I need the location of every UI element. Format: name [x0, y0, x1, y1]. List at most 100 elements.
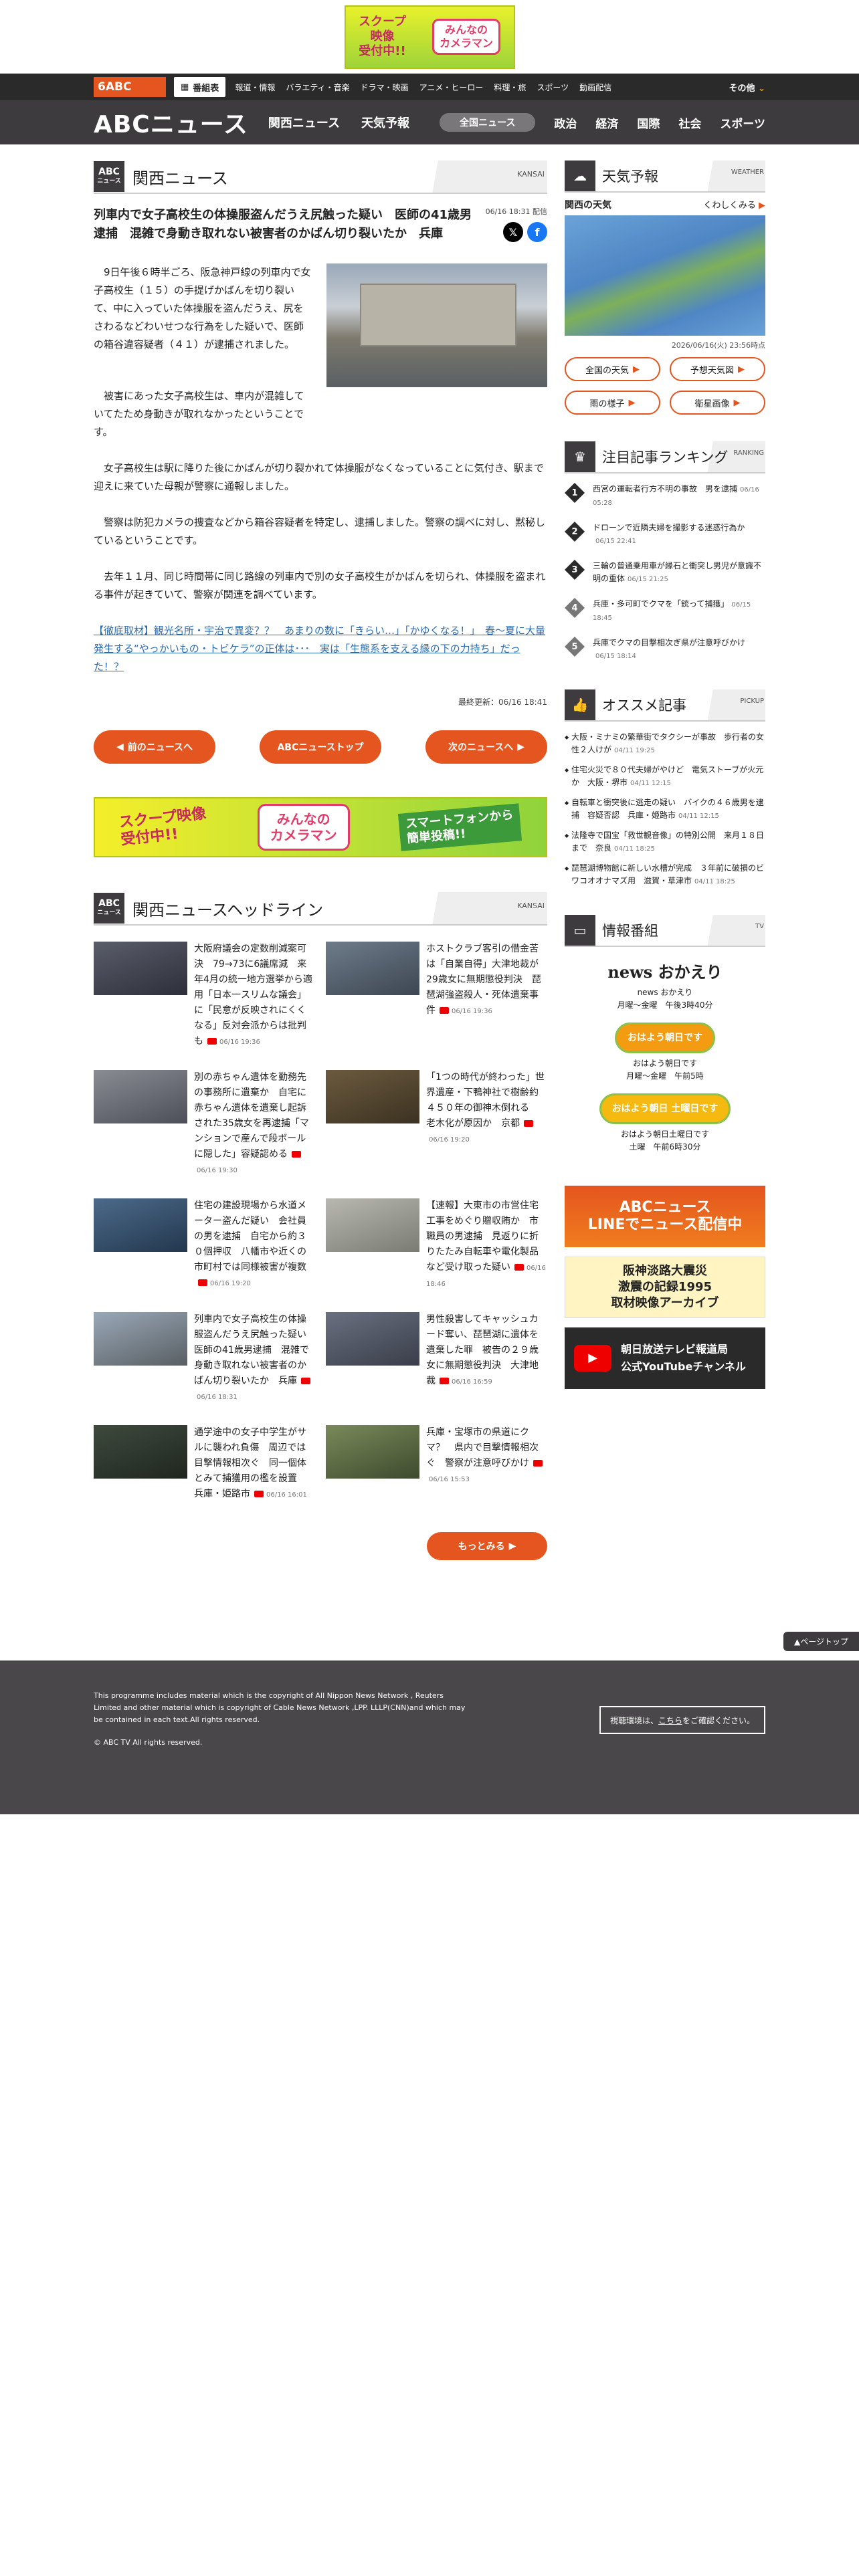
weather-en: WEATHER	[731, 169, 764, 176]
nav-weather[interactable]: 天気予報	[361, 114, 409, 131]
gnav-link[interactable]: 料理・旅	[494, 82, 526, 93]
weather-buttons: 全国の天気 ▶ 予想天気図 ▶ 雨の様子 ▶ 衛星画像 ▶	[565, 357, 765, 415]
line-banner[interactable]: ABCニュース LINEでニュース配信中	[565, 1186, 765, 1247]
headline-item[interactable]: 男性殺害してキャッシュカード奪い、琵琶湖に遺体を遺棄した罪 被告の２９歳女に無期…	[326, 1312, 547, 1405]
program-table-label: 番組表	[193, 83, 219, 94]
program-name: おはよう朝日です	[632, 1059, 697, 1068]
national-weather-button[interactable]: 全国の天気 ▶	[565, 357, 660, 381]
weather-map[interactable]	[565, 215, 765, 336]
ranking-text: 兵庫・多可町でクマを「銃って捕獲」 06/15 18:45	[593, 599, 751, 622]
pickup-item[interactable]: 琵琶湖博物館に新しい水槽が完成 ３年前に破損のビワコオオナマズ用 滋賀・草津市0…	[565, 862, 765, 888]
mid-banner[interactable]: スクープ映像 受付中!! みんなの カメラマン スマートフォンから 簡単投稿!!	[94, 797, 547, 857]
ranking-item[interactable]: 1 西宮の運転者行方不明の事故 男を逮捕 06/16 05:28	[565, 483, 765, 510]
program-item[interactable]: おはよう朝日です おはよう朝日です 月曜〜金曜 午前5時	[565, 1023, 765, 1081]
program-table-button[interactable]: ▦ 番組表	[174, 77, 226, 97]
section-title: 関西ニュース	[132, 169, 228, 188]
facebook-share-icon[interactable]: f	[527, 222, 547, 242]
footer-copyright: This programme includes material which i…	[94, 1691, 466, 1724]
abc-logo[interactable]: 6ABC	[94, 77, 166, 97]
youtube-banner[interactable]: ▶ 朝日放送テレビ報道局 公式YouTubeチャンネル	[565, 1327, 765, 1389]
pickup-item[interactable]: 住宅火災で８０代夫婦がやけど 電気ストーブが火元か 大阪・堺市04/11 12:…	[565, 764, 765, 790]
gnav-link[interactable]: スポーツ	[537, 82, 569, 93]
headline-item[interactable]: 【速報】大東市の市営住宅工事をめぐり贈収賄か 市職員の男逮捕 見返りに折りたたみ…	[326, 1198, 547, 1292]
video-icon	[524, 1120, 533, 1127]
weather-title: 天気予報	[602, 169, 658, 185]
related-article-link[interactable]: 【徹底取材】観光名所・宇治で異変？？ あまりの数に「きらい…」「かゆくなる！」 …	[94, 625, 545, 673]
scoop-banner[interactable]: スクープ 映像 受付中!! みんなの カメラマン	[344, 5, 515, 69]
ranking-title: 注目記事ランキング	[602, 449, 729, 465]
article-paragraph: 警察は防犯カメラの捜査などから箱谷容疑者を特定し、逮捕しました。警察の調べに対し…	[94, 516, 546, 546]
ranking-item[interactable]: 3 三輪の普通乗用車が縁石と衝突し男児が意識不明の重体 06/15 21:25	[565, 560, 765, 586]
headline-thumbnail	[326, 1198, 419, 1252]
nav-economy[interactable]: 経済	[595, 114, 618, 131]
nav-kansai-news[interactable]: 関西ニュース	[268, 114, 340, 131]
x-share-icon[interactable]: 𝕏	[503, 222, 523, 242]
headline-item[interactable]: 列車内で女子高校生の体操服盗んだうえ尻触った疑い 医師の41歳男逮捕 混雑で身動…	[94, 1312, 316, 1405]
ranking-text: 三輪の普通乗用車が縁石と衝突し男児が意識不明の重体 06/15 21:25	[593, 561, 762, 583]
pickup-item[interactable]: 法隆寺で国宝「救世観音像」の特別公開 来月１８日まで 奈良04/11 18:25	[565, 829, 765, 855]
rank-badge: 3	[565, 560, 585, 580]
headline-item[interactable]: ホストクラブ客引の借金苦は「自業自得」大津地裁が29歳女に無期懲役判決 琵琶湖強…	[326, 942, 547, 1050]
chevron-left-icon: ◀	[116, 742, 124, 752]
pickup-item[interactable]: 自転車と衝突後に逃走の疑い バイクの４６歳男を逮捕 容疑否認 兵庫・姫路市04/…	[565, 796, 765, 823]
archive-banner[interactable]: 阪神淡路大震災 激震の記録1995 取材映像アーカイブ	[565, 1257, 765, 1318]
chevron-down-icon: ⌄	[758, 83, 765, 94]
nav-national-news[interactable]: 全国ニュース	[440, 113, 536, 132]
news-top-button[interactable]: ABCニューストップ	[260, 730, 381, 764]
page-top-button[interactable]: ▲ページトップ	[783, 1632, 859, 1651]
satellite-button[interactable]: 衛星画像 ▶	[670, 391, 765, 415]
pickup-en: PICKUP	[740, 697, 764, 705]
nav-sports[interactable]: スポーツ	[720, 114, 765, 131]
pickup-time: 04/11 12:15	[678, 813, 719, 820]
video-icon	[514, 1264, 524, 1271]
headline-thumbnail	[94, 942, 187, 995]
program-item[interactable]: news おかえり news おかえり 月曜〜金曜 午後3時40分	[565, 959, 765, 1010]
pickup-header: 👍 オススメ記事 PICKUP	[565, 689, 765, 722]
gnav-link[interactable]: バラエティ・音楽	[286, 82, 349, 93]
nav-international[interactable]: 国際	[637, 114, 660, 131]
ranking-item[interactable]: 2 ドローンで近隣夫婦を撮影する迷惑行為か06/15 22:41	[565, 522, 765, 548]
pickup-time: 04/11 18:25	[614, 845, 655, 853]
article-paragraph: 被害にあった女子高校生は、車内が混雑していてたため身動きが取れなかったということ…	[94, 390, 304, 438]
viewing-environment-button[interactable]: 視聴環境は、 こちら をご確認ください。	[599, 1706, 765, 1734]
gnav-link[interactable]: 動画配信	[579, 82, 611, 93]
headline-text: 大阪府議会の定数削減案可決 79→73に6議席減 来年4月の統一地方選挙から適用…	[194, 944, 312, 1047]
pickup-box: 👍 オススメ記事 PICKUP 大阪・ミナミの繁華街でタクシーが事故 歩行者の女…	[565, 689, 765, 888]
headline-item[interactable]: 大阪府議会の定数削減案可決 79→73に6議席減 来年4月の統一地方選挙から適用…	[94, 942, 315, 1050]
top-banner[interactable]: スクープ 映像 受付中!! みんなの カメラマン	[0, 0, 859, 74]
next-news-button[interactable]: 次のニュースへ ▶	[425, 730, 547, 764]
forecast-map-button[interactable]: 予想天気図 ▶	[670, 357, 765, 381]
banner-right-text: みんなの カメラマン	[432, 19, 500, 55]
abc-news-logo[interactable]: ABCニュース	[94, 105, 248, 140]
ranking-item[interactable]: 4 兵庫・多可町でクマを「銃って捕獲」 06/15 18:45	[565, 598, 765, 625]
nav-society[interactable]: 社会	[678, 114, 701, 131]
headline-thumbnail	[326, 1070, 419, 1123]
other-menu-button[interactable]: その他 ⌄	[729, 81, 765, 94]
ranking-item[interactable]: 5 兵庫でクマの目撃相次ぎ県が注意呼びかけ06/15 18:14	[565, 637, 765, 663]
pickup-time: 04/11 18:25	[694, 878, 735, 885]
headline-thumbnail	[326, 942, 419, 995]
gnav-link[interactable]: ドラマ・映画	[361, 82, 409, 93]
banner-left-text: スクープ 映像 受付中!!	[359, 15, 406, 58]
more-button[interactable]: もっとみる ▶	[427, 1532, 547, 1560]
footer: This programme includes material which i…	[0, 1660, 859, 1814]
video-icon	[292, 1151, 301, 1158]
gnav-link[interactable]: 報道・情報	[235, 82, 275, 93]
prev-news-button[interactable]: ◀ 前のニュースへ	[94, 730, 215, 764]
nav-politics[interactable]: 政治	[554, 114, 577, 131]
headline-item[interactable]: 「1つの時代が終わった」世界遺産・下鴨神社で樹齢約４５０年の御神木倒れる 老木化…	[326, 1070, 547, 1178]
headline-text: 男性殺害してキャッシュカード奪い、琵琶湖に遺体を遺棄した罪 被告の２９歳女に無期…	[426, 1314, 539, 1386]
chevron-right-icon: ▶	[517, 742, 525, 752]
rain-button[interactable]: 雨の様子 ▶	[565, 391, 660, 415]
headline-item[interactable]: 通学途中の女子中学生がサルに襲われ負傷 周辺では目撃情報相次ぐ 同一個体とみて捕…	[94, 1425, 315, 1503]
headline-item[interactable]: 住宅の建設現場から水道メーター盗んだ疑い 会社員の男を逮捕 自宅から約３０個押収…	[94, 1198, 315, 1292]
program-item[interactable]: おはよう朝日 土曜日です おはよう朝日土曜日です 土曜 午前6時30分	[565, 1093, 765, 1152]
gnav-link[interactable]: アニメ・ヒーロー	[419, 82, 484, 93]
pickup-item[interactable]: 大阪・ミナミの繁華街でタクシーが事故 歩行者の女性２人けが04/11 19:25	[565, 731, 765, 757]
headline-thumbnail	[326, 1312, 419, 1366]
footer-text: This programme includes material which i…	[94, 1690, 468, 1785]
weather-detail-link[interactable]: くわしくみる ▶	[703, 198, 765, 211]
headline-item[interactable]: 別の赤ちゃん遺体を勤務先の事務所に遺棄か 自宅に赤ちゃん遺体を遺棄し起訴された3…	[94, 1070, 315, 1178]
headline-item[interactable]: 兵庫・宝塚市の県道にクマ？ 県内で目撃情報相次ぐ 警察が注意呼びかけ06/16 …	[326, 1425, 547, 1503]
chevron-right-icon: ▶	[733, 397, 741, 408]
